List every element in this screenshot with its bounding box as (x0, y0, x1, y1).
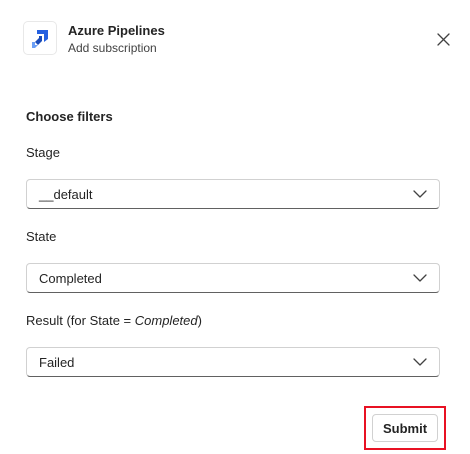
state-dropdown[interactable]: Completed (26, 263, 440, 293)
chevron-down-icon (413, 274, 427, 282)
chevron-down-icon (413, 358, 427, 366)
close-button[interactable] (434, 30, 452, 48)
state-label: State (26, 229, 57, 244)
result-dropdown[interactable]: Failed (26, 347, 440, 377)
result-label: Result (for State = Completed) (26, 313, 202, 328)
section-title: Choose filters (26, 109, 113, 124)
app-name: Azure Pipelines (68, 23, 165, 38)
add-subscription-dialog: Azure Pipelines Add subscription Choose … (0, 0, 470, 454)
state-value: Completed (39, 271, 102, 286)
azure-pipelines-icon (24, 22, 56, 54)
result-label-state: Completed (134, 313, 198, 328)
result-label-prefix: Result (for State = (26, 313, 135, 328)
result-value: Failed (39, 355, 75, 370)
dialog-subtitle: Add subscription (68, 41, 157, 55)
stage-dropdown[interactable]: __default (26, 179, 440, 209)
stage-label: Stage (26, 145, 60, 160)
stage-value: __default (39, 187, 93, 202)
close-icon (436, 32, 450, 46)
submit-highlight: Submit (364, 406, 446, 450)
result-label-suffix: ) (197, 313, 202, 328)
chevron-down-icon (413, 190, 427, 198)
submit-button[interactable]: Submit (372, 414, 438, 442)
